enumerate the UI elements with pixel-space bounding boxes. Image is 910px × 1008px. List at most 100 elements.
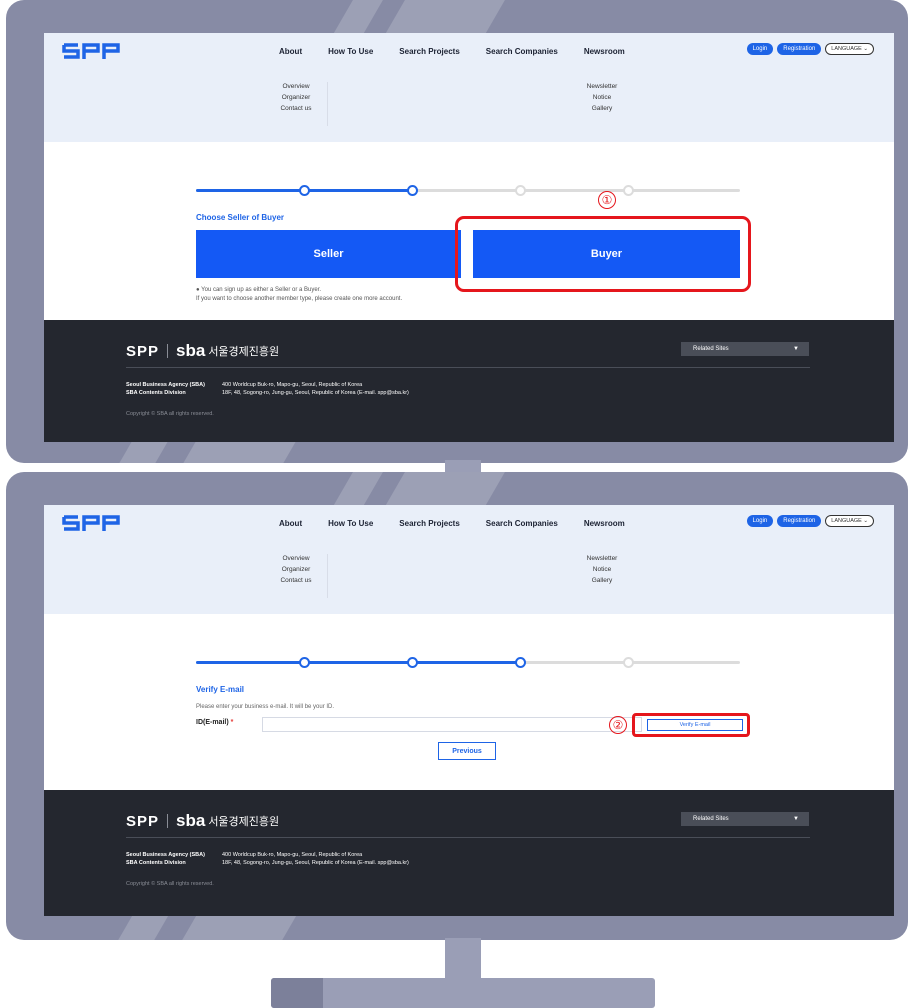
submenu-item-contact[interactable]: Contact us [266, 575, 326, 586]
top-navigation: About How To Use Search Projects Search … [44, 505, 894, 549]
org1-name: Seoul Business Agency (SBA) [126, 852, 205, 858]
submenu-about: Overview Organizer Contact us [266, 553, 326, 586]
language-select[interactable]: LANGUAGE ⌄ [825, 515, 874, 527]
org2-address: 18F, 48, Sogong-ro, Jung-gu, Seoul, Repu… [222, 860, 409, 866]
section-title: Verify E-mail [196, 685, 245, 694]
submenu-item-notice[interactable]: Notice [572, 92, 632, 103]
submenu-item-overview[interactable]: Overview [266, 81, 326, 92]
mega-submenu: Overview Organizer Contact us Newsletter… [44, 77, 894, 142]
related-sites-label: Related Sites [693, 346, 729, 352]
footer-logo: SPP sba 서울경제진흥원 [126, 340, 279, 362]
footer-sba-korean: 서울경제진흥원 [208, 816, 280, 828]
footer-divider [126, 367, 810, 368]
submenu-item-overview[interactable]: Overview [266, 553, 326, 564]
submenu-item-organizer[interactable]: Organizer [266, 564, 326, 575]
monitor-glare [333, 472, 389, 506]
step-progress-fill [196, 661, 520, 664]
monitor-stand-base [271, 978, 655, 1008]
footer-spp-logo: SPP [126, 812, 160, 830]
footer-logo-divider [167, 344, 169, 358]
nav-search-projects[interactable]: Search Projects [399, 47, 459, 56]
spp-logo[interactable] [62, 39, 122, 63]
footer-address: Seoul Business Agency (SBA) 400 Worldcup … [126, 381, 409, 397]
nav-search-companies[interactable]: Search Companies [486, 47, 558, 56]
required-mark: * [230, 719, 234, 726]
previous-button[interactable]: Previous [438, 742, 496, 760]
monitor-glare [115, 440, 169, 463]
submenu-item-organizer[interactable]: Organizer [266, 92, 326, 103]
footer-sba-logo: sba [176, 811, 206, 830]
highlight-buyer [455, 216, 751, 292]
signup-step-bar [196, 657, 740, 668]
related-sites-select[interactable]: Related Sites ▼ [681, 342, 809, 356]
monitor-glare [333, 0, 389, 34]
nav-newsroom[interactable]: Newsroom [584, 47, 625, 56]
submenu-item-newsletter[interactable]: Newsletter [572, 81, 632, 92]
monitor-frame-bottom: About How To Use Search Projects Search … [6, 472, 908, 940]
account-actions: Login Registration LANGUAGE ⌄ [746, 515, 874, 527]
note-line-1: ● You can sign up as either a Seller or … [196, 287, 322, 293]
registration-button[interactable]: Registration [777, 43, 822, 55]
org1-name: Seoul Business Agency (SBA) [126, 382, 205, 388]
footer-spp-logo: SPP [126, 342, 160, 360]
tutorial-illustration: About How To Use Search Projects Search … [0, 0, 910, 1008]
top-navigation: About How To Use Search Projects Search … [44, 33, 894, 77]
footer-logo-divider [167, 814, 169, 828]
nav-how-to-use[interactable]: How To Use [328, 47, 373, 56]
step-dot-1 [299, 657, 310, 668]
footer-logo: SPP sba 서울경제진흥원 [126, 810, 279, 832]
step-dot-4 [623, 185, 634, 196]
login-button[interactable]: Login [746, 515, 774, 527]
highlight-verify-email [632, 713, 750, 737]
monitor-stand-neck [445, 938, 481, 978]
step-dot-3 [515, 657, 526, 668]
org2-name: SBA Contents Division [126, 860, 186, 866]
caret-down-icon: ▼ [793, 816, 799, 822]
language-label: LANGUAGE [831, 46, 862, 52]
footer-address: Seoul Business Agency (SBA) 400 Worldcup … [126, 851, 409, 867]
submenu-item-gallery[interactable]: Gallery [572, 575, 632, 586]
submenu-item-contact[interactable]: Contact us [266, 103, 326, 114]
step-dot-3 [515, 185, 526, 196]
footer-sba-logo: sba [176, 341, 206, 360]
related-sites-select[interactable]: Related Sites ▼ [681, 812, 809, 826]
footer-divider [126, 837, 810, 838]
nav-about[interactable]: About [279, 519, 302, 528]
nav-about[interactable]: About [279, 47, 302, 56]
monitor-glare [385, 472, 511, 506]
submenu-divider [327, 554, 328, 598]
submenu-item-gallery[interactable]: Gallery [572, 103, 632, 114]
submenu-newsroom: Newsletter Notice Gallery [572, 553, 632, 586]
org2-address: 18F, 48, Sogong-ro, Jung-gu, Seoul, Repu… [222, 390, 409, 396]
copyright: Copyright © SBA all rights reserved. [126, 881, 214, 887]
registration-button[interactable]: Registration [777, 515, 822, 527]
nav-how-to-use[interactable]: How To Use [328, 519, 373, 528]
nav-search-projects[interactable]: Search Projects [399, 519, 459, 528]
language-select[interactable]: LANGUAGE ⌄ [825, 43, 874, 55]
submenu-item-notice[interactable]: Notice [572, 564, 632, 575]
signup-step-bar [196, 185, 740, 196]
email-input[interactable] [262, 717, 642, 732]
step-dot-2 [407, 657, 418, 668]
monitor-glare [179, 440, 297, 463]
copyright: Copyright © SBA all rights reserved. [126, 411, 214, 417]
monitor-glare [115, 915, 169, 940]
nav-search-companies[interactable]: Search Companies [486, 519, 558, 528]
chevron-down-icon: ⌄ [863, 46, 868, 52]
login-button[interactable]: Login [746, 43, 774, 55]
step-dot-1 [299, 185, 310, 196]
field-description: Please enter your business e-mail. It wi… [196, 704, 335, 710]
step-dot-2 [407, 185, 418, 196]
spp-logo[interactable] [62, 511, 122, 535]
nav-newsroom[interactable]: Newsroom [584, 519, 625, 528]
section-title: Choose Seller of Buyer [196, 213, 285, 222]
seller-button[interactable]: Seller [196, 230, 461, 278]
email-label-text: ID(E-mail) [196, 719, 229, 726]
submenu-item-newsletter[interactable]: Newsletter [572, 553, 632, 564]
mega-submenu: Overview Organizer Contact us Newsletter… [44, 549, 894, 614]
org1-address: 400 Worldcup Buk-ro, Mapo-gu, Seoul, Rep… [222, 852, 363, 858]
main-menu: About How To Use Search Projects Search … [279, 519, 651, 528]
main-menu: About How To Use Search Projects Search … [279, 47, 651, 56]
site-footer: SPP sba 서울경제진흥원 Related Sites ▼ Seoul Bu… [44, 320, 894, 442]
member-type-note: ● You can sign up as either a Seller or … [196, 286, 402, 304]
